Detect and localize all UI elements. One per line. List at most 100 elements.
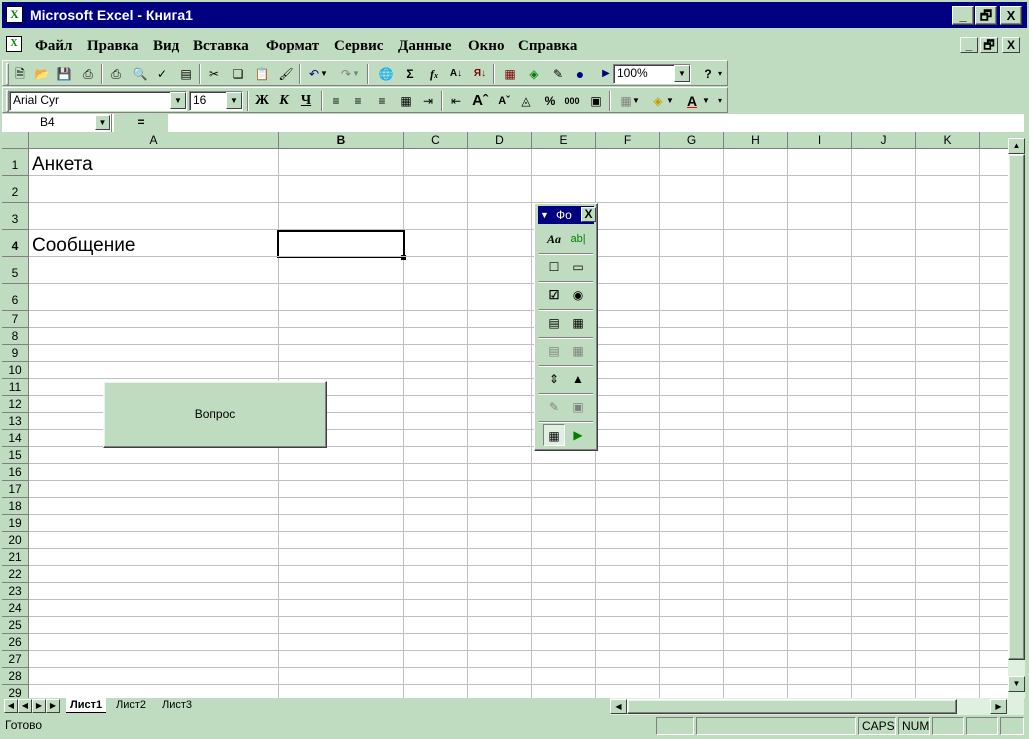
menu-data[interactable]: Данные [398, 38, 451, 55]
copy-icon[interactable]: ❏ [227, 64, 249, 84]
column-header[interactable]: J [852, 132, 916, 149]
menu-format[interactable]: Формат [266, 38, 319, 55]
name-box[interactable]: B4 ▼ [2, 114, 112, 132]
cut-icon[interactable]: ✂ [203, 64, 225, 84]
open-icon[interactable]: 📂 [31, 64, 53, 84]
print-preview-icon[interactable]: ⎙ [77, 64, 99, 84]
column-header[interactable]: F [596, 132, 660, 149]
office-assistant-icon[interactable]: ● [569, 64, 591, 84]
next-sheet-icon[interactable]: ▶ [32, 699, 46, 713]
scroll-down-icon[interactable]: ▼ [1008, 676, 1025, 692]
indent-icon[interactable]: ⇤ [445, 91, 467, 111]
combo-dropdown-edit-icon[interactable]: ▦ [567, 340, 589, 362]
row-header[interactable]: 14 [2, 430, 29, 447]
row-header[interactable]: 18 [2, 498, 29, 515]
row-header[interactable]: 20 [2, 532, 29, 549]
edit-box-icon[interactable]: ab| [567, 228, 589, 250]
toolbar-options-icon[interactable]: ▾ [715, 64, 725, 84]
undo-dropdown-icon[interactable]: ▼ [319, 64, 329, 84]
minimize-button[interactable]: _ [952, 6, 974, 25]
menu-view[interactable]: Вид [153, 38, 179, 55]
row-header[interactable]: 8 [2, 328, 29, 345]
row-header[interactable]: 1 [2, 149, 29, 176]
column-header[interactable]: A [29, 132, 279, 149]
wrap-icon[interactable]: ⇥ [417, 91, 439, 111]
grow-font-icon[interactable]: Aˆ [469, 91, 491, 111]
equals-button[interactable]: = [114, 114, 168, 132]
scroll-right-icon[interactable]: ▶ [990, 699, 1007, 714]
chart-wizard-icon[interactable]: ▦ [499, 64, 521, 84]
menu-tools[interactable]: Сервис [334, 38, 383, 55]
question-button[interactable]: Вопрос [103, 381, 327, 448]
drawing-icon[interactable]: ✎ [547, 64, 569, 84]
autosum-icon[interactable]: Σ [399, 64, 421, 84]
column-header[interactable]: C [404, 132, 468, 149]
row-header[interactable]: 26 [2, 634, 29, 651]
row-header[interactable]: 29 [2, 685, 29, 698]
save-icon[interactable]: 💾 [53, 64, 75, 84]
sheet-tab-3[interactable]: Лист3 [158, 698, 196, 713]
row-header[interactable]: 11 [2, 379, 29, 396]
row-header[interactable]: 6 [2, 284, 29, 311]
align-right-icon[interactable]: ≡ [371, 91, 393, 111]
new-icon[interactable]: 🗎 [9, 64, 31, 84]
list-box-icon[interactable]: ▤ [543, 312, 565, 334]
row-header[interactable]: 7 [2, 311, 29, 328]
vertical-scrollbar[interactable]: ▲ ▼ [1008, 138, 1025, 698]
sort-asc-icon[interactable]: A↓ [445, 64, 467, 84]
row-header[interactable]: 9 [2, 345, 29, 362]
column-header[interactable]: E [532, 132, 596, 149]
column-header[interactable]: H [724, 132, 788, 149]
row-header[interactable]: 27 [2, 651, 29, 668]
name-box-dropdown-icon[interactable]: ▼ [95, 115, 110, 130]
selected-cell-b4[interactable] [277, 230, 405, 258]
shrink-font-icon[interactable]: Aˇ [493, 91, 515, 111]
print-icon[interactable]: ⎙ [105, 64, 127, 84]
font-combo[interactable]: Arial Cyr ▼ [9, 91, 187, 111]
row-header[interactable]: 24 [2, 600, 29, 617]
doc-minimize-button[interactable]: _ [960, 37, 978, 53]
menu-insert[interactable]: Вставка [193, 38, 249, 55]
row-header[interactable]: 13 [2, 413, 29, 430]
font-dropdown-icon[interactable]: ▼ [170, 92, 186, 109]
research-icon[interactable]: ▤ [175, 64, 197, 84]
row-header[interactable]: 23 [2, 583, 29, 600]
menu-file[interactable]: Файл [35, 38, 72, 55]
first-sheet-icon[interactable]: ◀ [4, 699, 18, 713]
row-header[interactable]: 12 [2, 396, 29, 413]
spelling-icon[interactable]: ✓ [151, 64, 173, 84]
font-color-icon[interactable]: A [681, 91, 703, 111]
fill-dropdown-icon[interactable]: ▼ [665, 91, 675, 111]
document-icon[interactable]: X [6, 36, 22, 52]
select-all-corner[interactable] [2, 132, 29, 149]
paste-icon[interactable]: 📋 [251, 64, 273, 84]
checkbox-icon[interactable]: ☑ [543, 284, 565, 306]
align-left-icon[interactable]: ≡ [325, 91, 347, 111]
excel-icon[interactable]: X [6, 6, 23, 23]
label-icon[interactable]: Aa [543, 228, 565, 250]
button-icon[interactable]: ▭ [567, 256, 589, 278]
map-icon[interactable]: ◈ [523, 64, 545, 84]
formula-input[interactable] [170, 114, 1024, 132]
forms-close-button[interactable]: X [581, 207, 596, 222]
zoom-dropdown-icon[interactable]: ▼ [674, 65, 690, 82]
currency-icon[interactable]: ◬ [515, 91, 537, 111]
format-painter-icon[interactable]: 🖌 [275, 64, 297, 84]
function-icon[interactable]: fx [423, 64, 445, 84]
prev-sheet-icon[interactable]: ◀ [18, 699, 32, 713]
last-sheet-icon[interactable]: ▶ [46, 699, 60, 713]
close-button[interactable]: X [1000, 6, 1022, 25]
forms-toolbar-titlebar[interactable]: ▼ Фо X [538, 206, 596, 224]
size-combo[interactable]: 16 ▼ [189, 91, 243, 111]
row-header[interactable]: 5 [2, 257, 29, 284]
spinner-icon[interactable]: ▲ [567, 368, 589, 390]
sort-desc-icon[interactable]: Я↓ [469, 64, 491, 84]
column-header[interactable]: I [788, 132, 852, 149]
menu-help[interactable]: Справка [518, 38, 577, 55]
toolbar-menu-icon[interactable]: ▼ [540, 206, 549, 224]
row-header[interactable]: 15 [2, 447, 29, 464]
font-color-dropdown-icon[interactable]: ▼ [701, 91, 711, 111]
option-button-icon[interactable]: ◉ [567, 284, 589, 306]
column-header[interactable]: B [279, 132, 404, 149]
group-box-icon[interactable]: ☐ [543, 256, 565, 278]
